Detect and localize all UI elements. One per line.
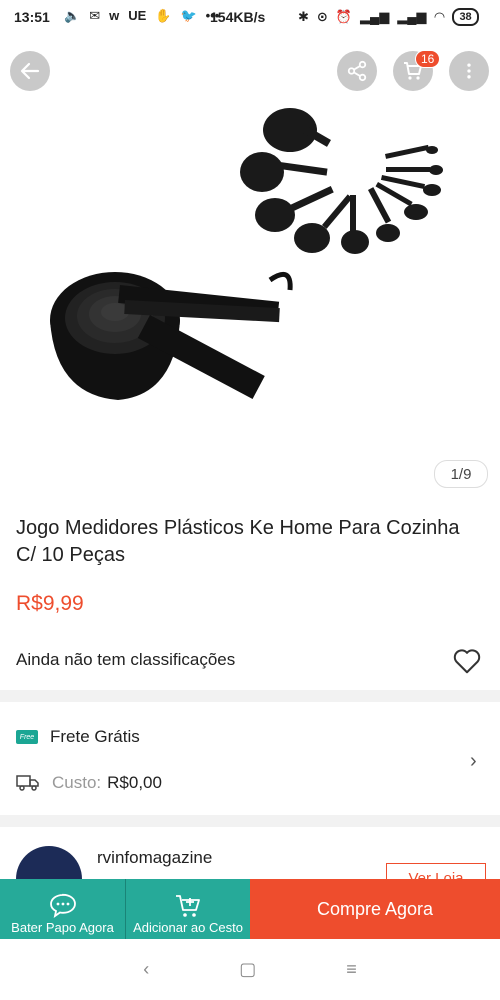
system-icons: ✱ ⊙ ⏰ ▂▄▆ ▂▄▆ ◠ 38 xyxy=(298,8,479,26)
battery-icon: 38 xyxy=(452,8,479,26)
signal-icon: ▂▄▆ xyxy=(360,9,390,24)
truck-icon xyxy=(16,775,39,791)
heart-icon[interactable] xyxy=(452,647,482,675)
share-icon xyxy=(347,60,367,82)
free-shipping-row: Free Frete Grátis xyxy=(16,727,140,747)
wifi-icon: ◠ xyxy=(434,9,445,24)
back-button[interactable] xyxy=(10,51,50,91)
shipping-cost-row: Custo: R$0,00 xyxy=(16,773,162,793)
toggle-icon: ⊙ xyxy=(316,9,328,24)
add-cart-icon xyxy=(176,895,200,917)
status-time: 13:51 xyxy=(14,9,50,25)
twitter-icon: 🐦 xyxy=(180,8,197,23)
share-button[interactable] xyxy=(337,51,377,91)
nav-home-icon[interactable]: ▢ xyxy=(239,959,256,980)
arrow-left-icon xyxy=(20,62,40,80)
product-image[interactable] xyxy=(0,90,500,460)
free-shipping-icon: Free xyxy=(16,730,38,744)
nav-back-icon[interactable]: ‹ xyxy=(143,959,149,980)
mail-icon: ✉ xyxy=(89,8,101,23)
more-options-button[interactable] xyxy=(449,51,489,91)
shipping-cost-value: R$0,00 xyxy=(107,773,162,792)
add-to-cart-button[interactable]: Adicionar ao Cesto xyxy=(125,879,250,939)
chat-now-label: Bater Papo Agora xyxy=(11,920,114,935)
product-price: R$9,99 xyxy=(16,592,84,615)
image-counter: 1/9 xyxy=(434,460,488,488)
shop-name[interactable]: rvinfomagazine xyxy=(97,848,212,868)
shop-section: RV INFO rvinfomagazine Ver Loja xyxy=(0,832,500,912)
bottom-action-bar: Bater Papo Agora Adicionar ao Cesto Comp… xyxy=(0,879,500,939)
cart-count-badge: 16 xyxy=(415,50,441,68)
bluetooth-icon: ✱ xyxy=(298,9,309,24)
rating-text: Ainda não tem classificações xyxy=(16,650,236,669)
section-divider xyxy=(0,815,500,827)
nav-menu-icon[interactable]: ≡ xyxy=(346,959,357,980)
volume-icon: 🔈 xyxy=(64,8,81,23)
section-divider xyxy=(0,690,500,702)
app-w-icon: w xyxy=(109,8,120,23)
add-to-cart-label: Adicionar ao Cesto xyxy=(133,920,243,935)
more-vertical-icon xyxy=(467,63,471,79)
shipping-cost-label: Custo: xyxy=(52,773,102,792)
chat-icon xyxy=(49,893,76,919)
chat-now-button[interactable]: Bater Papo Agora xyxy=(0,879,125,939)
chevron-right-icon[interactable]: › xyxy=(470,750,477,773)
notification-icons: 🔈 ✉ w UE ✋ 🐦 ••• xyxy=(64,8,219,24)
network-speed: 154KB/s xyxy=(210,9,266,25)
system-nav-bar: ‹ ▢ ≡ xyxy=(0,939,500,1000)
status-bar: 13:51 🔈 ✉ w UE ✋ 🐦 ••• 154KB/s ✱ ⊙ ⏰ ▂▄▆… xyxy=(0,0,500,36)
buy-now-button[interactable]: Compre Agora xyxy=(250,879,500,939)
alarm-icon: ⏰ xyxy=(335,9,352,24)
ue-icon: UE xyxy=(128,8,147,23)
hand-icon: ✋ xyxy=(155,8,172,23)
signal-icon-2: ▂▄▆ xyxy=(397,9,427,24)
free-shipping-label: Frete Grátis xyxy=(50,727,140,746)
product-title: Jogo Medidores Plásticos Ke Home Para Co… xyxy=(16,517,460,566)
